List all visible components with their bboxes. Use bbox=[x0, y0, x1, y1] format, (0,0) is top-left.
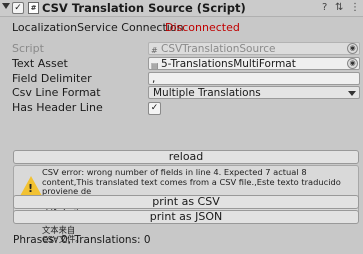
text-asset-label: Text Asset bbox=[12, 57, 68, 70]
object-picker-icon[interactable]: ◉ bbox=[347, 58, 358, 69]
csv-line-format-label: Csv Line Format bbox=[12, 86, 101, 99]
preset-icon[interactable]: ⇅ bbox=[335, 2, 343, 13]
text-asset-field[interactable]: ▤ 5-TranslationsMultiFormat ◉ bbox=[148, 57, 360, 70]
component-enabled-checkbox[interactable]: ✓ bbox=[12, 2, 24, 14]
script-value: CSVTranslationSource bbox=[161, 43, 276, 55]
help-icon[interactable]: ? bbox=[322, 2, 327, 13]
field-delimiter-label: Field Delimiter bbox=[12, 72, 92, 85]
component-header: ✓ # CSV Translation Source (Script) ? ⇅ … bbox=[0, 0, 363, 17]
csv-line-format-dropdown[interactable]: Multiple Translations bbox=[148, 86, 360, 99]
connection-status: Disconnected bbox=[165, 21, 240, 34]
foldout-arrow-icon[interactable] bbox=[2, 3, 10, 9]
chevron-down-icon bbox=[348, 91, 356, 96]
print-as-json-button[interactable]: print as JSON bbox=[13, 210, 359, 224]
script-file-icon: # bbox=[151, 46, 158, 55]
csv-line-format-value: Multiple Translations bbox=[153, 87, 261, 99]
text-asset-file-icon: ▤ bbox=[151, 61, 159, 70]
warning-icon-mark: ! bbox=[28, 182, 34, 195]
component-title: CSV Translation Source (Script) bbox=[42, 1, 246, 15]
script-label: Script bbox=[12, 42, 44, 55]
object-picker-icon: ◉ bbox=[347, 43, 358, 54]
script-field: # CSVTranslationSource ◉ bbox=[148, 42, 360, 55]
connection-label: LocalizationService Connection bbox=[12, 21, 184, 34]
has-header-checkbox[interactable]: ✓ bbox=[148, 102, 161, 115]
print-as-csv-button[interactable]: print as CSV bbox=[13, 195, 359, 209]
reload-button[interactable]: reload bbox=[13, 150, 359, 164]
text-asset-value: 5-TranslationsMultiFormat bbox=[161, 58, 296, 70]
phrase-stats: Phrases: 0, Translations: 0 bbox=[13, 234, 151, 246]
context-menu-icon[interactable]: ⋮ bbox=[350, 2, 360, 13]
has-header-label: Has Header Line bbox=[12, 101, 103, 114]
field-delimiter-input[interactable]: , bbox=[148, 72, 360, 85]
script-icon: # bbox=[28, 2, 39, 14]
